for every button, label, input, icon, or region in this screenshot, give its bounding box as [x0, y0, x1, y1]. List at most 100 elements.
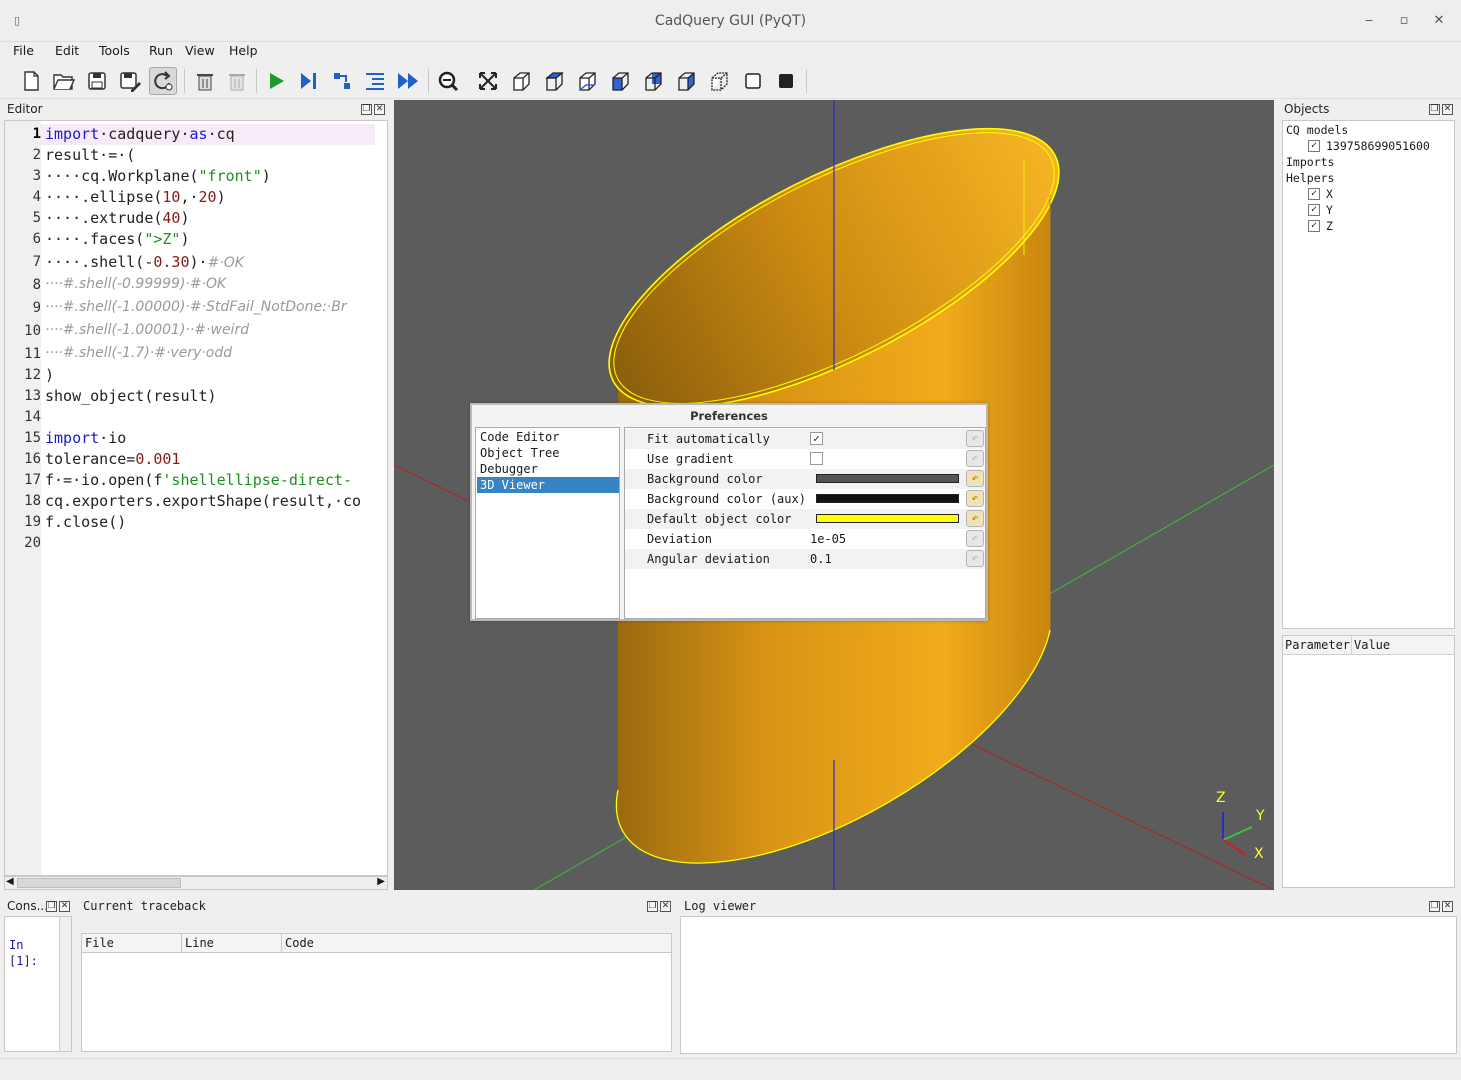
traceback-table[interactable]: File Line Code — [81, 933, 672, 1052]
object-tree[interactable]: CQ models ✓ 139758699051600 Imports Help… — [1282, 120, 1455, 629]
console-scrollbar[interactable] — [59, 917, 71, 1051]
model-visibility-checkbox[interactable]: ✓ — [1308, 140, 1320, 152]
close-icon[interactable]: ✕ — [59, 901, 70, 912]
background-color-aux-swatch[interactable] — [816, 494, 959, 503]
scroll-right-icon[interactable]: ▶ — [377, 876, 385, 887]
tree-item-helper-z[interactable]: Z — [1326, 219, 1333, 233]
float-icon[interactable]: ❐ — [361, 104, 372, 115]
autoreload-icon[interactable] — [149, 67, 177, 95]
zoom-icon[interactable] — [434, 67, 462, 95]
setting-name: Background color (aux) — [647, 492, 806, 506]
column-code[interactable]: Code — [285, 936, 314, 950]
line-number: 4 — [32, 189, 41, 205]
code-line: ) — [45, 366, 55, 384]
delete-icon[interactable] — [223, 67, 251, 95]
back-view-icon[interactable] — [639, 67, 667, 95]
line-number: 5 — [32, 210, 41, 226]
close-icon[interactable]: ✕ — [660, 901, 671, 912]
menu-edit[interactable]: Edit — [55, 43, 79, 58]
fit-icon[interactable] — [474, 67, 502, 95]
column-value[interactable]: Value — [1354, 638, 1390, 652]
front-view-icon[interactable] — [606, 67, 634, 95]
tree-item-model[interactable]: 139758699051600 — [1326, 139, 1430, 153]
run-icon[interactable] — [262, 67, 290, 95]
editor-horizontal-scrollbar[interactable]: ◀ ▶ — [4, 876, 388, 890]
reset-icon[interactable]: ↶ — [966, 430, 984, 447]
triad-z-label: Z — [1216, 790, 1226, 806]
tree-group-cq-models[interactable]: CQ models — [1286, 123, 1348, 137]
column-line[interactable]: Line — [185, 936, 214, 950]
column-parameter[interactable]: Parameter — [1285, 638, 1350, 652]
code-editor[interactable]: 1 2 3 4 5 6 7 8 9 10 11 12 13 14 15 16 1… — [4, 120, 388, 876]
float-icon[interactable]: ❐ — [46, 901, 57, 912]
angular-deviation-value[interactable]: 0.1 — [810, 552, 832, 566]
close-icon[interactable]: ✕ — [1442, 901, 1453, 912]
tree-item-helper-x[interactable]: X — [1326, 187, 1333, 201]
menu-view[interactable]: View — [185, 43, 215, 58]
menu-tools[interactable]: Tools — [99, 43, 130, 58]
line-number: 7 — [32, 254, 41, 270]
step-in-icon[interactable] — [361, 67, 389, 95]
tree-item-helper-y[interactable]: Y — [1326, 203, 1333, 217]
category-debugger[interactable]: Debugger — [477, 461, 619, 477]
wireframe-icon[interactable] — [739, 67, 767, 95]
line-number: 19 — [24, 514, 41, 530]
close-icon[interactable]: ✕ — [1442, 104, 1453, 115]
bottom-view-icon[interactable] — [573, 67, 601, 95]
close-icon[interactable]: ✕ — [374, 104, 385, 115]
reset-icon[interactable]: ↶ — [966, 470, 984, 487]
category-object-tree[interactable]: Object Tree — [477, 445, 619, 461]
helper-y-checkbox[interactable]: ✓ — [1308, 204, 1320, 216]
menu-run[interactable]: Run — [149, 43, 173, 58]
helper-z-checkbox[interactable]: ✓ — [1308, 220, 1320, 232]
reset-icon[interactable]: ↶ — [966, 450, 984, 467]
column-file[interactable]: File — [85, 936, 114, 950]
right-view-icon[interactable] — [705, 67, 733, 95]
default-object-color-swatch[interactable] — [816, 514, 959, 523]
line-number: 1 — [32, 126, 41, 142]
code-line: f.close() — [45, 513, 127, 531]
category-list[interactable]: Code Editor Object Tree Debugger 3D View… — [475, 427, 620, 619]
use-gradient-checkbox[interactable] — [810, 452, 823, 465]
float-icon[interactable]: ❐ — [647, 901, 658, 912]
dialog-title: Preferences — [690, 409, 768, 423]
maximize-button[interactable]: ▫ — [1395, 12, 1413, 30]
log-dock-title: Log viewer — [684, 899, 757, 913]
category-code-editor[interactable]: Code Editor — [477, 429, 619, 445]
step-icon[interactable] — [328, 67, 356, 95]
log-viewer[interactable] — [680, 916, 1457, 1054]
category-3d-viewer[interactable]: 3D Viewer — [477, 477, 619, 493]
continue-icon[interactable] — [394, 67, 422, 95]
clear-icon[interactable] — [191, 67, 219, 95]
menu-file[interactable]: File — [13, 43, 34, 58]
minimize-button[interactable]: ‒ — [1360, 12, 1378, 30]
reset-icon[interactable]: ↶ — [966, 530, 984, 547]
background-color-swatch[interactable] — [816, 474, 959, 483]
deviation-value[interactable]: 1e-05 — [810, 532, 846, 546]
parameter-table[interactable]: Parameter Value — [1282, 635, 1455, 888]
menu-help[interactable]: Help — [229, 43, 258, 58]
float-icon[interactable]: ❐ — [1429, 104, 1440, 115]
float-icon[interactable]: ❐ — [1429, 901, 1440, 912]
close-button[interactable]: ✕ — [1430, 12, 1448, 30]
iso-view-icon[interactable] — [507, 67, 535, 95]
open-file-icon[interactable] — [50, 67, 78, 95]
reset-icon[interactable]: ↶ — [966, 550, 984, 567]
scroll-left-icon[interactable]: ◀ — [6, 876, 14, 887]
reset-icon[interactable]: ↶ — [966, 510, 984, 527]
debug-icon[interactable] — [295, 67, 323, 95]
shaded-icon[interactable] — [772, 67, 800, 95]
line-number: 13 — [24, 388, 41, 404]
tree-group-imports[interactable]: Imports — [1286, 155, 1334, 169]
reset-icon[interactable]: ↶ — [966, 490, 984, 507]
python-console[interactable]: In [1]: — [4, 916, 72, 1052]
helper-x-checkbox[interactable]: ✓ — [1308, 188, 1320, 200]
save-icon[interactable] — [83, 67, 111, 95]
scrollbar-thumb[interactable] — [17, 878, 181, 888]
tree-group-helpers[interactable]: Helpers — [1286, 171, 1334, 185]
fit-automatically-checkbox[interactable]: ✓ — [810, 432, 823, 445]
new-file-icon[interactable] — [17, 67, 45, 95]
save-as-icon[interactable] — [116, 67, 144, 95]
top-view-icon[interactable] — [540, 67, 568, 95]
left-view-icon[interactable] — [672, 67, 700, 95]
